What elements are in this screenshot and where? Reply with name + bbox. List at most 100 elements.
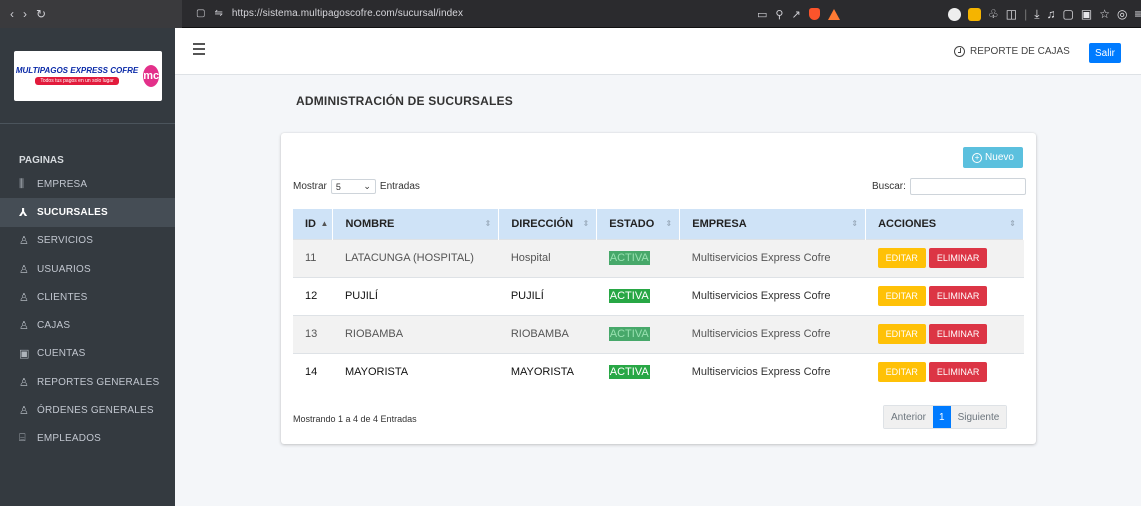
divider-icon: | bbox=[1024, 7, 1028, 21]
status-badge: ACTIVA bbox=[608, 365, 650, 380]
entries-label: Entradas bbox=[379, 181, 420, 192]
sidebar-item-usuarios[interactable]: ♙ USUARIOS bbox=[0, 255, 175, 283]
cell-nombre: LATACUNGA (HOSPITAL) bbox=[333, 239, 499, 277]
new-button-label: Nuevo bbox=[985, 152, 1014, 163]
shield-icon[interactable]: ◎ bbox=[1117, 7, 1127, 21]
logo-badge: mc bbox=[143, 64, 160, 87]
search-input[interactable] bbox=[909, 178, 1026, 195]
brand-logo[interactable]: MULTIPAGOS EXPRESS COFRE Todos tus pagos… bbox=[13, 50, 162, 101]
pagination-prev[interactable]: Anterior bbox=[884, 406, 934, 428]
column-header[interactable]: ID ▲ bbox=[293, 209, 334, 239]
cell-value: 13 bbox=[305, 328, 318, 340]
branches-card: + Nuevo Mostrar 5 ⌄ Entradas Buscar: ID ▲… bbox=[281, 133, 1036, 444]
cell-value: Multiservicios Express Cofre bbox=[691, 366, 831, 379]
menu-icon[interactable]: ≡ bbox=[1134, 7, 1141, 21]
brave-shield-icon[interactable] bbox=[808, 8, 820, 20]
sidebar-item-sucursales[interactable]: ⅄ SUCURSALES bbox=[0, 198, 175, 227]
sidebar-item-clientes[interactable]: ♙ CLIENTES bbox=[0, 283, 175, 311]
cell-id: 14 bbox=[293, 353, 333, 391]
sidebar-item-reportes-generales[interactable]: ♙ REPORTES GENERALES bbox=[0, 368, 175, 396]
bookmark-star-icon[interactable]: ☆ bbox=[1099, 7, 1110, 21]
reload-icon[interactable]: ↻ bbox=[36, 7, 46, 21]
column-header[interactable]: EMPRESA ⇕ bbox=[679, 209, 867, 239]
download-icon[interactable]: ⤓ bbox=[1034, 7, 1039, 22]
cell-id: 13 bbox=[293, 315, 333, 353]
column-header[interactable]: NOMBRE ⇕ bbox=[332, 209, 500, 239]
sort-icon: ⇕ bbox=[665, 219, 673, 228]
pagination-page-current[interactable]: 1 bbox=[933, 406, 951, 428]
extension-wallet-icon[interactable] bbox=[968, 7, 981, 21]
sidebar-item-label: REPORTES GENERALES bbox=[37, 376, 160, 388]
sidebar-item-label: EMPLEADOS bbox=[37, 433, 102, 445]
cell-value: Hospital bbox=[510, 252, 551, 264]
back-icon[interactable]: ‹ bbox=[10, 7, 14, 21]
delete-button[interactable]: ELIMINAR bbox=[928, 362, 988, 383]
page-length-control: Mostrar 5 ⌄ Entradas bbox=[293, 179, 420, 194]
ledger-icon: ▣ bbox=[19, 348, 30, 361]
sidebar-item-órdenes-generales[interactable]: ♙ ÓRDENES GENERALES bbox=[0, 396, 175, 424]
edit-button[interactable]: EDITAR bbox=[877, 362, 926, 383]
pagination-next[interactable]: Siguiente bbox=[950, 406, 1007, 428]
brand-area[interactable]: MULTIPAGOS EXPRESS COFRE Todos tus pagos… bbox=[0, 28, 175, 124]
delete-button[interactable]: ELIMINAR bbox=[928, 248, 988, 268]
cell-actions: EDITAR ELIMINAR bbox=[866, 239, 1024, 277]
cell-actions: EDITAR ELIMINAR bbox=[866, 353, 1024, 391]
cell-empresa: Multiservicios Express Cofre bbox=[680, 239, 866, 277]
extension-puzzle-icon[interactable]: ♧ bbox=[988, 7, 999, 21]
sliders-icon: ⫼ bbox=[19, 177, 25, 190]
cell-nombre: RIOBAMBA bbox=[333, 315, 499, 353]
column-header-label: NOMBRE bbox=[345, 217, 395, 230]
report-cajas-link[interactable]: REPORTE DE CAJAS bbox=[954, 46, 1070, 57]
zoom-icon[interactable]: ⚲ bbox=[775, 8, 783, 21]
cast-icon[interactable]: ▭ bbox=[757, 8, 767, 21]
extension-circle-icon[interactable] bbox=[948, 7, 961, 21]
sort-icon: ⇕ bbox=[582, 219, 590, 228]
status-badge: ACTIVA bbox=[608, 289, 650, 303]
sidebar-item-servicios[interactable]: ♙ SERVICIOS bbox=[0, 227, 175, 255]
report-cajas-label: REPORTE DE CAJAS bbox=[970, 46, 1070, 57]
sidebar-item-empleados[interactable]: ⌸ EMPLEADOS bbox=[0, 425, 175, 453]
sidebar-item-empresa[interactable]: ⫼ EMPRESA bbox=[0, 170, 175, 198]
music-icon[interactable]: ♫ bbox=[1047, 7, 1056, 21]
sidebar-item-label: SUCURSALES bbox=[37, 206, 108, 218]
tab-icon[interactable]: ▣ bbox=[1081, 7, 1092, 21]
page-length-select[interactable]: 5 ⌄ bbox=[330, 179, 376, 194]
brave-rewards-icon[interactable] bbox=[827, 8, 840, 20]
cell-actions: EDITAR ELIMINAR bbox=[866, 315, 1024, 353]
cell-estado: ACTIVA bbox=[597, 315, 680, 353]
column-header[interactable]: ESTADO ⇕ bbox=[596, 209, 681, 239]
column-header[interactable]: DIRECCIÓN ⇕ bbox=[498, 209, 598, 239]
column-header[interactable]: ACCIONES ⇕ bbox=[865, 209, 1024, 239]
sidebar-item-cajas[interactable]: ♙ CAJAS bbox=[0, 311, 175, 339]
edit-button[interactable]: EDITAR bbox=[877, 324, 926, 344]
edit-button[interactable]: EDITAR bbox=[877, 286, 926, 306]
table-row: 12 PUJILÍ PUJILÍ ACTIVA Multiservicios Expre… bbox=[293, 277, 1024, 315]
bookmark-icon[interactable]: ▢ bbox=[196, 8, 205, 19]
delete-button[interactable]: ELIMINAR bbox=[928, 324, 988, 344]
delete-button[interactable]: ELIMINAR bbox=[928, 286, 988, 306]
sidebar-item-label: ÓRDENES GENERALES bbox=[37, 405, 154, 417]
cell-value: 12 bbox=[305, 290, 318, 302]
sort-icon: ⇕ bbox=[851, 219, 859, 228]
logo-title: MULTIPAGOS EXPRESS COFRE bbox=[15, 66, 139, 75]
branches-table: ID ▲ NOMBRE ⇕ DIRECCIÓN ⇕ ESTADO ⇕ EMPRESA ⇕ ACCIO… bbox=[293, 209, 1024, 391]
hamburger-menu-icon[interactable] bbox=[193, 43, 205, 58]
url-text[interactable]: https://sistema.multipagoscofre.com/sucu… bbox=[232, 8, 463, 19]
site-settings-icon[interactable]: ⇋ bbox=[214, 8, 222, 19]
user-icon: ♙ bbox=[19, 235, 30, 248]
sidebar-toggle-icon[interactable]: ◫ bbox=[1006, 7, 1017, 21]
sidebar-item-label: CAJAS bbox=[37, 320, 71, 332]
forward-icon[interactable]: › bbox=[23, 7, 27, 21]
sidebar-item-cuentas[interactable]: ▣ CUENTAS bbox=[0, 340, 175, 368]
cell-empresa: Multiservicios Express Cofre bbox=[680, 315, 866, 353]
top-navbar: REPORTE DE CAJAS Salir bbox=[175, 28, 1141, 75]
logout-button[interactable]: Salir bbox=[1089, 43, 1121, 63]
cell-estado: ACTIVA bbox=[597, 239, 680, 277]
edit-button[interactable]: EDITAR bbox=[877, 248, 926, 268]
window-icon[interactable]: ▢ bbox=[1063, 7, 1074, 21]
page-title: ADMINISTRACIÓN DE SUCURSALES bbox=[296, 94, 513, 108]
new-branch-button[interactable]: + Nuevo bbox=[963, 147, 1023, 168]
table-body: 11 LATACUNGA (HOSPITAL) Hospital ACTIVA Mult… bbox=[293, 239, 1024, 391]
share-icon[interactable]: ↗ bbox=[791, 8, 800, 21]
cell-direccion: PUJILÍ bbox=[499, 277, 597, 315]
